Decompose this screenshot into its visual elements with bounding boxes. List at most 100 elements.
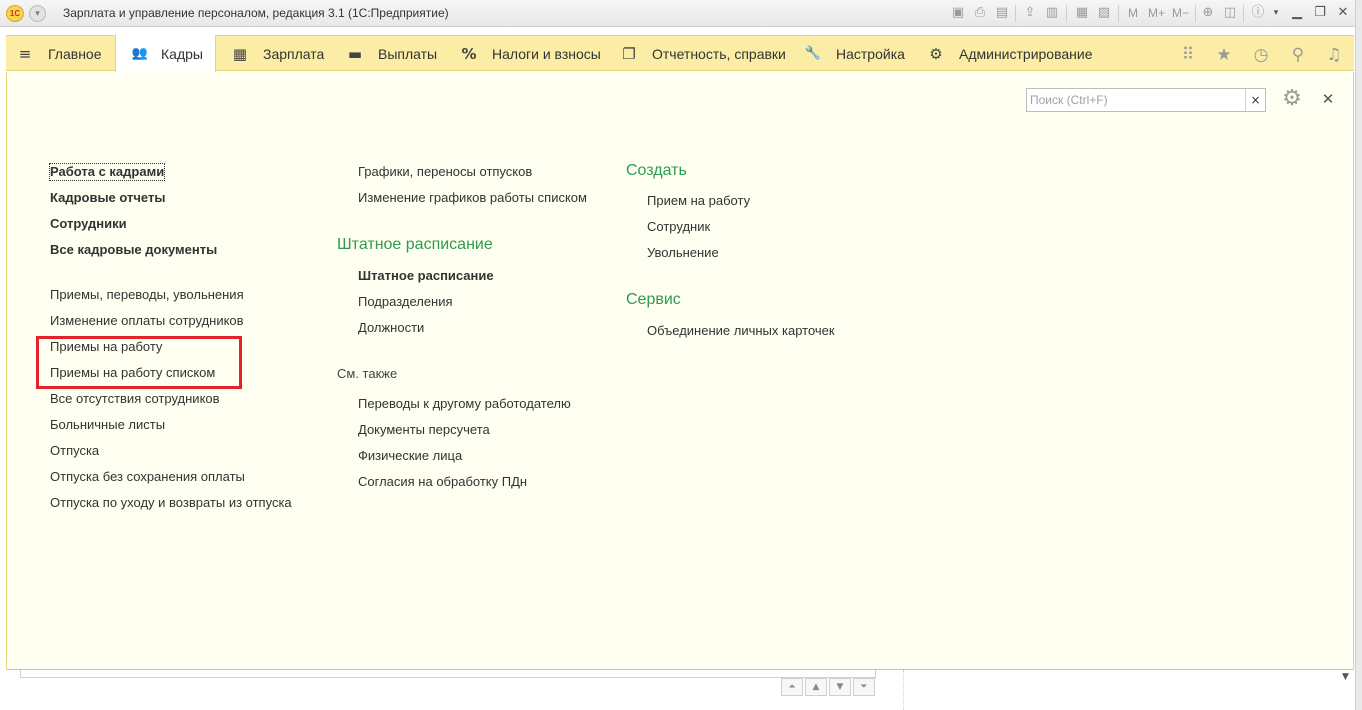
link-positions[interactable]: Должности [358, 320, 424, 336]
link-vacations[interactable]: Отпуска [50, 443, 99, 459]
link-all-absences[interactable]: Все отсутствия сотрудников [50, 391, 220, 407]
clear-search-button[interactable]: × [1245, 89, 1265, 111]
info-icon[interactable]: ⓘ [1250, 5, 1266, 21]
scroll-top-button[interactable]: ⏶ [781, 678, 803, 696]
nav-administration[interactable]: ⚙ Администрирование [927, 36, 1093, 71]
print-icon[interactable]: ⎙ [972, 5, 988, 21]
scroll-down-button[interactable]: ▼ [829, 678, 851, 696]
search-input[interactable] [1027, 89, 1245, 111]
hamburger-icon: ≡ [18, 44, 32, 63]
title-bar: 1С ▾ Зарплата и управление персоналом, р… [0, 0, 1362, 27]
link-create-dismissal[interactable]: Увольнение [647, 245, 719, 261]
link-personnel-reports[interactable]: Кадровые отчеты [50, 190, 165, 206]
nav-payments-label: Выплаты [378, 45, 438, 62]
app-logo-icon: 1С [6, 5, 24, 22]
nav-salary-label: Зарплата [263, 45, 325, 62]
link-merge-personal-cards[interactable]: Объединение личных карточек [647, 323, 835, 339]
search-box: × [1026, 88, 1266, 112]
splitter[interactable] [903, 670, 904, 710]
nav-main[interactable]: ≡ Главное [16, 36, 118, 71]
people-icon: 👥 [131, 46, 149, 61]
notifications-bell-icon[interactable]: ♫ [1324, 45, 1344, 65]
window-right-edge [1355, 0, 1362, 710]
toolbar-separator [1243, 5, 1244, 22]
documents-icon: ❐ [622, 44, 636, 63]
upload-icon[interactable]: ⇪ [1022, 5, 1038, 21]
memory-plus-button[interactable]: M+ [1148, 6, 1165, 20]
link-work-schedule-changes[interactable]: Изменение графиков работы списком [358, 190, 587, 206]
calendar-icon[interactable]: ▨ [1096, 5, 1112, 21]
group-title-service: Сервис [626, 291, 681, 308]
nav-reports-label: Отчетность, справки [652, 45, 786, 62]
gear-icon: ⚙ [929, 44, 943, 63]
group-title-create: Создать [626, 162, 687, 179]
scroll-bottom-button[interactable]: ⏷ [853, 678, 875, 696]
link-employees[interactable]: Сотрудники [50, 216, 127, 232]
window-title: Зарплата и управление персоналом, редакц… [63, 6, 449, 20]
scroll-up-button[interactable]: ▲ [805, 678, 827, 696]
link-vacation-schedules[interactable]: Графики, переносы отпусков [358, 164, 532, 180]
toolbar-separator [1118, 5, 1119, 22]
nav-salary[interactable]: ▦ Зарплата [231, 36, 324, 71]
preview-icon[interactable]: ▤ [994, 5, 1010, 21]
toolbar-separator [1195, 5, 1196, 22]
nav-reports[interactable]: ❐ Отчетность, справки [620, 36, 786, 71]
link-parental-leaves[interactable]: Отпуска по уходу и возвраты из отпуска [50, 495, 292, 511]
link-salary-changes[interactable]: Изменение оплаты сотрудников [50, 313, 244, 329]
link-all-personnel-documents[interactable]: Все кадровые документы [50, 242, 217, 258]
nav-personnel-label: Кадры [161, 45, 203, 62]
favorites-star-icon[interactable]: ★ [1214, 45, 1234, 65]
highlight-annotation [36, 336, 242, 389]
link-sick-leaves[interactable]: Больничные листы [50, 417, 165, 433]
link-pd-consents[interactable]: Согласия на обработку ПДн [358, 474, 527, 490]
see-also-title: См. также [337, 366, 398, 381]
link-transfers-to-employer[interactable]: Переводы к другому работодателю [358, 396, 571, 412]
calculator-icon: ▦ [232, 44, 248, 63]
memory-minus-button[interactable]: M− [1172, 6, 1189, 20]
link-personnel-records-docs[interactable]: Документы персучета [358, 422, 490, 438]
link-individuals[interactable]: Физические лица [358, 448, 462, 464]
link-hires-transfers-dismissals[interactable]: Приемы, переводы, увольнения [50, 287, 244, 303]
spreadsheet-icon[interactable]: ▦ [1074, 5, 1090, 21]
memory-button[interactable]: M [1128, 6, 1138, 20]
nav-personnel[interactable]: 👥 Кадры [115, 35, 216, 72]
link-staffing-table[interactable]: Штатное расписание [358, 268, 494, 284]
link-create-hire[interactable]: Прием на работу [647, 193, 750, 209]
zoom-icon[interactable]: ⊕ [1200, 5, 1216, 21]
toolbar-separator [1015, 5, 1016, 22]
nav-main-label: Главное [48, 45, 102, 62]
panels-icon[interactable]: ◫ [1222, 5, 1238, 21]
apps-grid-icon[interactable]: ⠿ [1178, 45, 1198, 65]
nav-settings[interactable]: 🔧 Настройка [804, 36, 905, 71]
table-frame [20, 670, 876, 678]
minimize-button[interactable]: ▁ [1288, 4, 1306, 22]
nav-administration-label: Администрирование [959, 45, 1093, 62]
history-icon[interactable]: ◷ [1251, 45, 1271, 65]
close-panel-button[interactable]: ✕ [1320, 89, 1336, 109]
restore-button[interactable]: ❐ [1311, 4, 1329, 22]
link-unpaid-vacations[interactable]: Отпуска без сохранения оплаты [50, 469, 245, 485]
info-dropdown-icon[interactable]: ▾ [1268, 5, 1284, 21]
close-window-button[interactable]: ✕ [1334, 4, 1352, 22]
nav-settings-label: Настройка [836, 45, 905, 62]
attach-icon[interactable]: ▥ [1044, 5, 1060, 21]
toolbar-separator [1066, 5, 1067, 22]
wrench-icon: 🔧 [804, 46, 822, 61]
main-menu-button[interactable]: ▾ [29, 5, 46, 22]
nav-taxes[interactable]: % Налоги и взносы [460, 36, 601, 71]
percent-icon: % [461, 44, 477, 63]
personnel-function-panel: × ⚙ ✕ Работа с кадрами Кадровые отчеты С… [6, 72, 1354, 670]
link-departments[interactable]: Подразделения [358, 294, 453, 310]
underlying-form-area: ⏶ ▲ ▼ ⏷ ▼ [0, 670, 1362, 710]
link-create-employee[interactable]: Сотрудник [647, 219, 710, 235]
save-icon[interactable]: ▣ [950, 5, 966, 21]
link-personnel-work[interactable]: Работа с кадрами [48, 163, 166, 181]
nav-taxes-label: Налоги и взносы [492, 45, 601, 62]
group-title-staffing: Штатное расписание [337, 236, 493, 253]
section-panel: ≡ Главное 👥 Кадры ▦ Зарплата ▬ Выплаты %… [6, 35, 1354, 72]
panel-settings-gear-icon[interactable]: ⚙ [1277, 86, 1307, 114]
search-icon[interactable]: ⚲ [1288, 45, 1308, 65]
scroll-down-arrow-icon[interactable]: ▼ [1342, 672, 1349, 682]
nav-payments[interactable]: ▬ Выплаты [346, 36, 437, 71]
wallet-icon: ▬ [347, 44, 363, 63]
